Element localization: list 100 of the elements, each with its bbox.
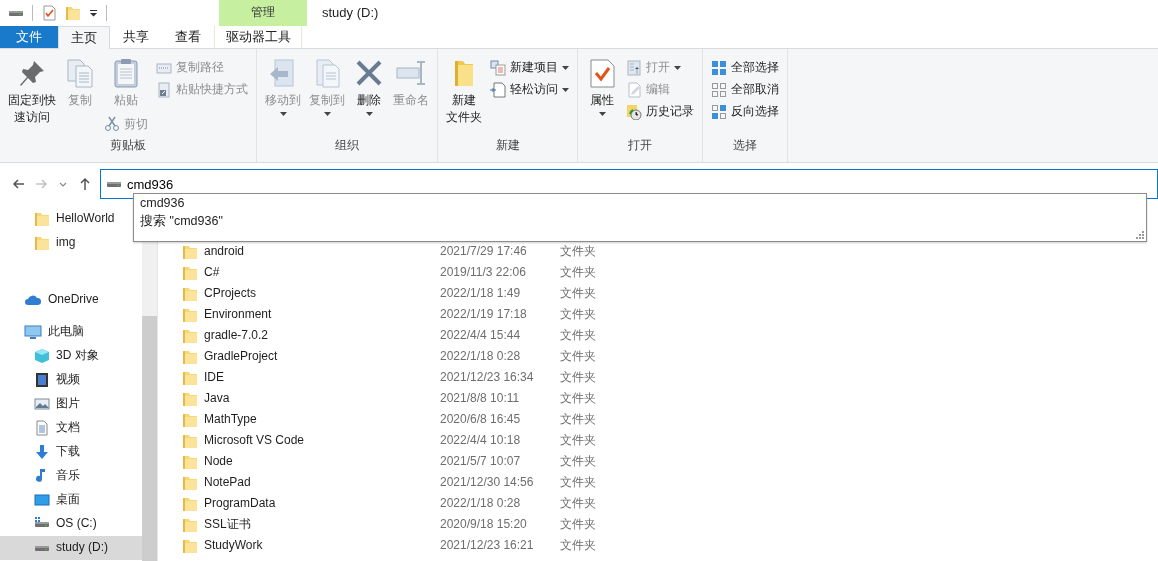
nav-item[interactable]: 此电脑: [0, 320, 142, 344]
folder-icon: [182, 495, 198, 512]
date-modified: 2022/4/4 15:44: [440, 327, 521, 342]
ribbon-button[interactable]: 历史记录: [624, 101, 696, 123]
file-type: 文件夹: [560, 432, 596, 447]
file-name[interactable]: MathType: [204, 411, 257, 428]
file-type: 文件夹: [560, 348, 596, 363]
date-modified: 2020/9/18 15:20: [440, 516, 527, 531]
ribbon-button[interactable]: 新建 文件夹: [444, 53, 484, 131]
file-type: 文件夹: [560, 411, 596, 426]
folder-icon: [182, 432, 198, 449]
history-icon[interactable]: [626, 104, 642, 120]
date-modified: 2022/1/19 17:18: [440, 306, 527, 321]
date-modified: 2021/7/29 17:46: [440, 243, 527, 258]
file-type: 文件夹: [560, 369, 596, 384]
scrollbar-thumb[interactable]: [142, 316, 157, 561]
file-name[interactable]: Environment: [204, 306, 272, 323]
download-arrow-icon: [34, 444, 50, 460]
ribbon-tab[interactable]: 共享: [110, 26, 162, 48]
nav-item[interactable]: 图片: [0, 392, 142, 416]
ribbon-button[interactable]: 新建项目: [488, 57, 571, 79]
nav-item[interactable]: 桌面: [0, 488, 142, 512]
select-none-icon[interactable]: [711, 82, 727, 98]
date-modified: 2020/6/8 16:45: [440, 411, 521, 426]
date-modified: 2019/11/3 22:06: [440, 264, 526, 279]
file-name[interactable]: android: [204, 243, 245, 260]
caret-icon: [562, 88, 569, 92]
nav-item[interactable]: 文档: [0, 416, 142, 440]
nav-item[interactable]: study (D:): [0, 536, 142, 560]
file-type: 文件夹: [560, 516, 596, 531]
nav-item[interactable]: OneDrive: [0, 288, 142, 312]
folder-icon: [182, 390, 198, 407]
file-name[interactable]: gradle-7.0.2: [204, 327, 269, 344]
nav-item[interactable]: 视频: [0, 368, 142, 392]
ribbon-tab[interactable]: 驱动器工具: [214, 26, 302, 48]
date-modified: 2021/5/7 10:07: [440, 453, 521, 468]
invert-selection-icon[interactable]: [711, 104, 727, 120]
ribbon-tab[interactable]: 查看: [162, 26, 214, 48]
ribbon-tab[interactable]: 文件: [0, 26, 58, 48]
ribbon-button[interactable]: 固定到快 速访问: [6, 53, 58, 131]
folder-icon: [182, 285, 198, 302]
group-label: 新建: [494, 138, 521, 154]
caret-icon: [365, 112, 373, 117]
group-label: 组织: [334, 138, 360, 154]
document-icon[interactable]: [490, 82, 506, 98]
file-type: 文件夹: [560, 285, 596, 300]
folder-icon: [182, 411, 198, 428]
date-modified: 2021/12/23 16:21: [440, 537, 534, 552]
file-name[interactable]: Microsoft VS Code: [204, 432, 305, 449]
select-all-icon[interactable]: [711, 60, 727, 76]
desktop-icon: [34, 492, 50, 508]
ribbon-button[interactable]: 全部取消: [709, 79, 781, 101]
folder-icon: [182, 348, 198, 365]
file-name[interactable]: SSL证书: [204, 516, 251, 533]
folder-icon: [182, 327, 198, 344]
nav-item[interactable]: 下载: [0, 440, 142, 464]
date-modified: 2022/4/4 10:18: [440, 432, 521, 447]
file-type: 文件夹: [560, 453, 596, 468]
folder-icon: [182, 369, 198, 386]
folder-icon[interactable]: [65, 5, 81, 21]
new-item-icon[interactable]: [490, 60, 506, 76]
file-name[interactable]: NotePad: [204, 474, 251, 491]
file-name[interactable]: ProgramData: [204, 495, 276, 512]
nav-item[interactable]: OS (C:): [0, 512, 142, 536]
ribbon-button[interactable]: 全部选择: [709, 57, 781, 79]
dropdown-icon[interactable]: [89, 9, 98, 17]
file-name[interactable]: Node: [204, 453, 233, 470]
nav-item[interactable]: img: [0, 231, 142, 255]
ribbon-button[interactable]: 反向选择: [709, 101, 781, 123]
document-icon: [34, 420, 50, 436]
caret-icon: [598, 112, 606, 117]
ribbon-tab[interactable]: 主页: [58, 26, 110, 49]
caret-icon: [279, 112, 287, 117]
file-type: 文件夹: [560, 474, 596, 489]
context-tab-header: 管理: [219, 0, 307, 26]
file-name[interactable]: Java: [204, 390, 230, 407]
nav-item[interactable]: 音乐: [0, 464, 142, 488]
folder-icon: [182, 537, 198, 554]
file-name[interactable]: C#: [204, 264, 220, 281]
caret-icon: [323, 112, 331, 117]
file-name[interactable]: CProjects: [204, 285, 256, 302]
file-name[interactable]: IDE: [204, 369, 224, 386]
ribbon-button[interactable]: 删除: [351, 53, 387, 121]
cube-icon: [34, 348, 50, 364]
date-modified: 2022/1/18 1:49: [440, 285, 521, 300]
suggestion-item[interactable]: 搜索 "cmd936": [140, 213, 1140, 231]
folder-icon: [182, 243, 198, 260]
nav-item[interactable]: 3D 对象: [0, 344, 142, 368]
window-title: study (D:): [322, 4, 379, 22]
caret-icon: [674, 66, 681, 70]
ribbon-button[interactable]: 轻松访问: [488, 79, 571, 101]
file-type: 文件夹: [560, 537, 596, 552]
film-icon: [34, 372, 50, 388]
date-modified: 2021/8/8 10:11: [440, 390, 520, 405]
ribbon-button[interactable]: 属性: [584, 53, 620, 121]
file-name[interactable]: GradleProject: [204, 348, 278, 365]
file-name[interactable]: StudyWork: [204, 537, 263, 554]
resize-grip-icon[interactable]: [1136, 231, 1144, 239]
folder-icon: [34, 235, 50, 251]
properties-icon[interactable]: [41, 5, 57, 21]
